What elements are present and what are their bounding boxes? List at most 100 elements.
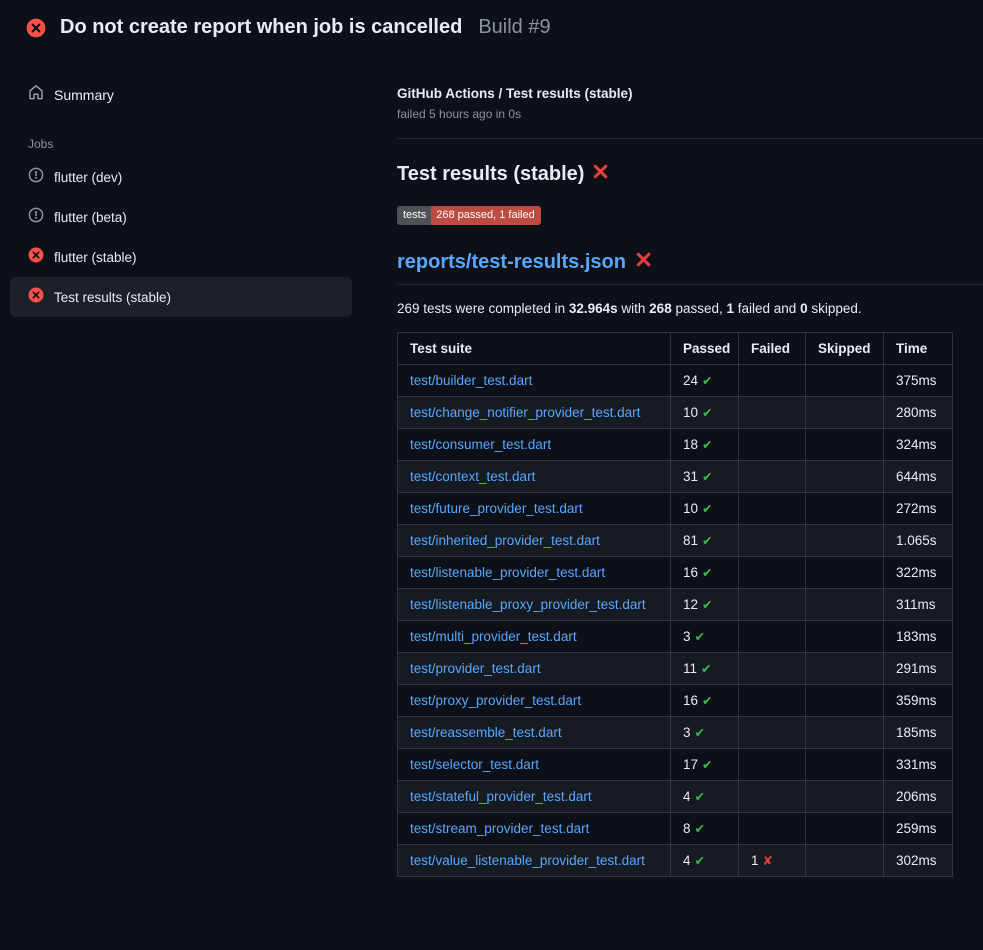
failed-cell xyxy=(739,749,806,781)
suite-cell: test/proxy_provider_test.dart xyxy=(398,685,671,717)
suite-cell: test/multi_provider_test.dart xyxy=(398,621,671,653)
suite-cell: test/change_notifier_provider_test.dart xyxy=(398,397,671,429)
sidebar-item-summary[interactable]: Summary xyxy=(10,74,352,115)
jobs-list: flutter (dev) flutter (beta) flutter (stab… xyxy=(10,157,352,317)
suite-link[interactable]: test/consumer_test.dart xyxy=(410,437,551,452)
suite-cell: test/stream_provider_test.dart xyxy=(398,813,671,845)
col-header-time: Time xyxy=(884,333,953,365)
table-row: test/listenable_proxy_provider_test.dart… xyxy=(398,589,953,621)
table-row: test/future_provider_test.dart10✔272ms xyxy=(398,493,953,525)
suite-link[interactable]: test/future_provider_test.dart xyxy=(410,501,583,516)
check-icon: ✔ xyxy=(695,854,705,868)
passed-count: 11 xyxy=(683,661,697,676)
passed-count: 4 xyxy=(683,789,691,804)
time-cell: 1.065s xyxy=(884,525,953,557)
suite-link[interactable]: test/builder_test.dart xyxy=(410,373,532,388)
time-cell: 259ms xyxy=(884,813,953,845)
skipped-cell xyxy=(806,845,884,877)
skipped-cell xyxy=(806,493,884,525)
time-cell: 302ms xyxy=(884,845,953,877)
failed-cell xyxy=(739,813,806,845)
suite-cell: test/builder_test.dart xyxy=(398,365,671,397)
failed-cell xyxy=(739,653,806,685)
check-icon: ✔ xyxy=(702,758,712,772)
summary-failed: 1 xyxy=(727,301,735,316)
failed-cell: 1✘ xyxy=(739,845,806,877)
sidebar-item-label: flutter (dev) xyxy=(54,170,122,185)
passed-count: 18 xyxy=(683,437,698,452)
sidebar-item-flutter-dev[interactable]: flutter (dev) xyxy=(10,157,352,197)
suite-link[interactable]: test/multi_provider_test.dart xyxy=(410,629,577,644)
skipped-cell xyxy=(806,781,884,813)
suite-cell: test/context_test.dart xyxy=(398,461,671,493)
failed-cell xyxy=(739,493,806,525)
suite-link[interactable]: test/stateful_provider_test.dart xyxy=(410,789,592,804)
passed-cell: 81✔ xyxy=(671,525,739,557)
suite-link[interactable]: test/context_test.dart xyxy=(410,469,535,484)
table-row: test/proxy_provider_test.dart16✔359ms xyxy=(398,685,953,717)
time-cell: 311ms xyxy=(884,589,953,621)
passed-count: 81 xyxy=(683,533,698,548)
sidebar: Summary Jobs flutter (dev)flutter (beta)… xyxy=(10,74,352,317)
suite-link[interactable]: test/listenable_proxy_provider_test.dart xyxy=(410,597,646,612)
skipped-cell xyxy=(806,621,884,653)
passed-cell: 4✔ xyxy=(671,845,739,877)
tests-badge: tests 268 passed, 1 failed xyxy=(397,206,541,225)
suite-link[interactable]: test/provider_test.dart xyxy=(410,661,541,676)
table-row: test/consumer_test.dart18✔324ms xyxy=(398,429,953,461)
col-header-test-suite: Test suite xyxy=(398,333,671,365)
passed-count: 31 xyxy=(683,469,698,484)
table-header-row: Test suite Passed Failed Skipped Time xyxy=(398,333,953,365)
failed-cell xyxy=(739,461,806,493)
section-title: Test results (stable) xyxy=(397,163,983,186)
suite-link[interactable]: test/value_listenable_provider_test.dart xyxy=(410,853,645,868)
passed-cell: 17 ✔ xyxy=(671,749,739,781)
failed-cell xyxy=(739,621,806,653)
failed-run-icon xyxy=(26,18,46,38)
table-row: test/inherited_provider_test.dart 81✔ 1.06… xyxy=(398,525,953,557)
suite-cell: test/reassemble_test.dart xyxy=(398,717,671,749)
passed-count: 8 xyxy=(683,821,691,836)
skipped-cell xyxy=(806,365,884,397)
suite-cell: test/inherited_provider_test.dart xyxy=(398,525,671,557)
time-cell: 322ms xyxy=(884,557,953,589)
sidebar-item-label: flutter (beta) xyxy=(54,210,127,225)
report-title: reports/test-results.json xyxy=(397,251,983,285)
passed-cell: 24✔ xyxy=(671,365,739,397)
summary-duration: 32.964s xyxy=(569,301,618,316)
time-cell: 185ms xyxy=(884,717,953,749)
suite-link[interactable]: test/inherited_provider_test.dart xyxy=(410,533,600,548)
check-icon: ✔ xyxy=(695,790,705,804)
passed-cell: 3✔ xyxy=(671,717,739,749)
suite-link[interactable]: test/proxy_provider_test.dart xyxy=(410,693,581,708)
time-cell: 375ms xyxy=(884,365,953,397)
suite-link[interactable]: test/change_notifier_provider_test.dart xyxy=(410,405,640,420)
col-header-passed: Passed xyxy=(671,333,739,365)
skipped-cell xyxy=(806,429,884,461)
check-icon: ✔ xyxy=(695,630,705,644)
skipped-cell xyxy=(806,749,884,781)
passed-cell: 11✔ xyxy=(671,653,739,685)
sidebar-item-flutter-stable[interactable]: flutter (stable) xyxy=(10,237,352,277)
red-x-icon xyxy=(635,251,652,274)
table-row: test/change_notifier_provider_test.dart1… xyxy=(398,397,953,429)
badge-label: tests xyxy=(397,206,431,225)
suite-link[interactable]: test/listenable_provider_test.dart xyxy=(410,565,605,580)
passed-cell: 12✔ xyxy=(671,589,739,621)
skipped-cell xyxy=(806,589,884,621)
suite-link[interactable]: test/selector_test.dart xyxy=(410,757,539,772)
suite-link[interactable]: test/stream_provider_test.dart xyxy=(410,821,589,836)
skipped-cell xyxy=(806,557,884,589)
sidebar-item-test-results-stable[interactable]: Test results (stable) xyxy=(10,277,352,317)
suite-cell: test/future_provider_test.dart xyxy=(398,493,671,525)
report-link[interactable]: reports/test-results.json xyxy=(397,251,626,274)
sidebar-item-flutter-beta[interactable]: flutter (beta) xyxy=(10,197,352,237)
home-icon xyxy=(28,84,44,105)
table-row: test/stateful_provider_test.dart4✔206ms xyxy=(398,781,953,813)
passed-count: 17 xyxy=(683,757,698,772)
breadcrumb: GitHub Actions / Test results (stable) xyxy=(397,86,983,101)
summary-prefix: 269 tests were completed in xyxy=(397,301,569,316)
failed-count: 1 xyxy=(751,853,759,868)
suite-link[interactable]: test/reassemble_test.dart xyxy=(410,725,562,740)
skipped-cell xyxy=(806,461,884,493)
